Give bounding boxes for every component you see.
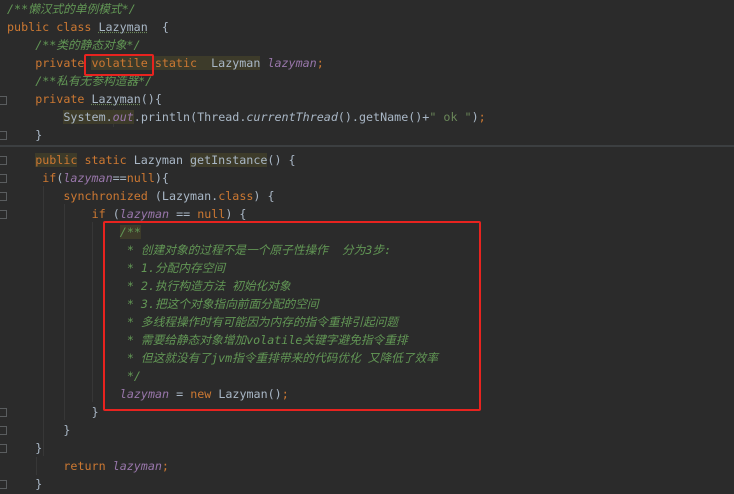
code-token: /**类的静态对象*/: [35, 38, 141, 52]
fold-icon[interactable]: [0, 174, 7, 183]
fold-icon[interactable]: [0, 210, 7, 219]
code-line[interactable]: private Lazyman(){: [35, 90, 162, 108]
code-token: () {: [267, 153, 296, 167]
code-token: synchronized: [63, 189, 155, 203]
code-token: ;: [478, 110, 486, 124]
indent-guide: [36, 457, 37, 475]
code-line[interactable]: public static Lazyman getInstance() {: [35, 151, 296, 169]
code-token: (Lazyman.: [154, 189, 219, 203]
code-token: Lazyman: [98, 20, 148, 34]
fold-icon[interactable]: [0, 192, 7, 201]
code-token: lazyman: [63, 171, 113, 185]
code-token: Lazyman: [133, 153, 191, 167]
code-token: class: [218, 189, 254, 203]
code-token: ==: [112, 171, 127, 185]
code-line[interactable]: /**类的静态对象*/: [35, 36, 140, 54]
volatile-highlight-box: [84, 54, 154, 76]
code-token: .println(Thread.: [133, 110, 247, 124]
fold-icon[interactable]: [0, 444, 7, 453]
code-token: ) {: [225, 207, 247, 221]
code-line[interactable]: }: [35, 439, 42, 457]
code-token: ;: [316, 56, 324, 70]
code-token: ;: [161, 459, 169, 473]
code-line[interactable]: }: [63, 421, 70, 439]
code-line[interactable]: /**懒汉式的单例模式*/: [7, 0, 136, 18]
code-token: ): [471, 110, 479, 124]
code-token: currentThread: [246, 110, 338, 124]
code-token: (: [112, 207, 120, 221]
method-separator: [0, 145, 734, 147]
indent-guide: [92, 222, 93, 402]
code-line[interactable]: return lazyman;: [63, 457, 169, 475]
fold-icon[interactable]: [0, 131, 7, 140]
code-line[interactable]: public class Lazyman {: [7, 18, 169, 36]
code-token: }: [91, 405, 99, 419]
code-token: static: [77, 153, 134, 167]
code-line[interactable]: if(lazyman==null){: [42, 169, 169, 187]
code-line[interactable]: private volatile static Lazyman lazyman;: [35, 54, 324, 72]
code-line[interactable]: System.out.println(Thread.currentThread(…: [63, 108, 486, 126]
code-token: getInstance: [190, 153, 268, 167]
indent-guide: [64, 204, 65, 420]
code-token: static: [147, 56, 212, 70]
code-token: }: [35, 128, 43, 142]
code-token: public: [35, 153, 78, 167]
indent-guide: [43, 186, 44, 456]
fold-icon[interactable]: [0, 96, 7, 105]
code-token: public class: [7, 20, 99, 34]
code-token: }: [35, 441, 43, 455]
code-token: if: [91, 207, 113, 221]
code-token: null: [126, 171, 155, 185]
code-line[interactable]: }: [35, 475, 42, 493]
code-line[interactable]: }: [92, 403, 99, 421]
code-token: lazyman: [267, 56, 317, 70]
code-token: ().getName()+: [337, 110, 430, 124]
fold-icon[interactable]: [0, 408, 7, 417]
code-token: null: [197, 207, 226, 221]
code-token: out: [112, 110, 134, 124]
code-editor[interactable]: /**懒汉式的单例模式*/ public class Lazyman { /**类的…: [0, 0, 734, 494]
code-token: /**私有无参构造器*/: [35, 74, 153, 88]
code-token: if: [42, 171, 57, 185]
code-token: }: [35, 477, 43, 491]
code-token: lazyman: [119, 207, 170, 221]
code-line[interactable]: synchronized (Lazyman.class) {: [63, 187, 274, 205]
code-token: return: [63, 459, 113, 473]
code-token: }: [63, 423, 71, 437]
code-token: ) {: [253, 189, 275, 203]
code-token: System.: [63, 110, 113, 124]
code-token: Lazyman: [211, 56, 261, 70]
code-token: ){: [154, 171, 169, 185]
fold-icon[interactable]: [0, 426, 7, 435]
code-token: (){: [140, 92, 162, 106]
code-token: private: [35, 92, 92, 106]
fold-icon[interactable]: [0, 156, 7, 165]
code-token: ==: [169, 207, 198, 221]
code-token: lazyman: [112, 459, 162, 473]
code-token: {: [147, 20, 169, 34]
code-token: " ok ": [429, 110, 472, 124]
code-line[interactable]: }: [35, 126, 42, 144]
fold-icon[interactable]: [0, 480, 7, 489]
comment-highlight-box: [103, 221, 481, 411]
code-token: /**懒汉式的单例模式*/: [7, 2, 136, 16]
code-token: Lazyman: [91, 92, 141, 106]
